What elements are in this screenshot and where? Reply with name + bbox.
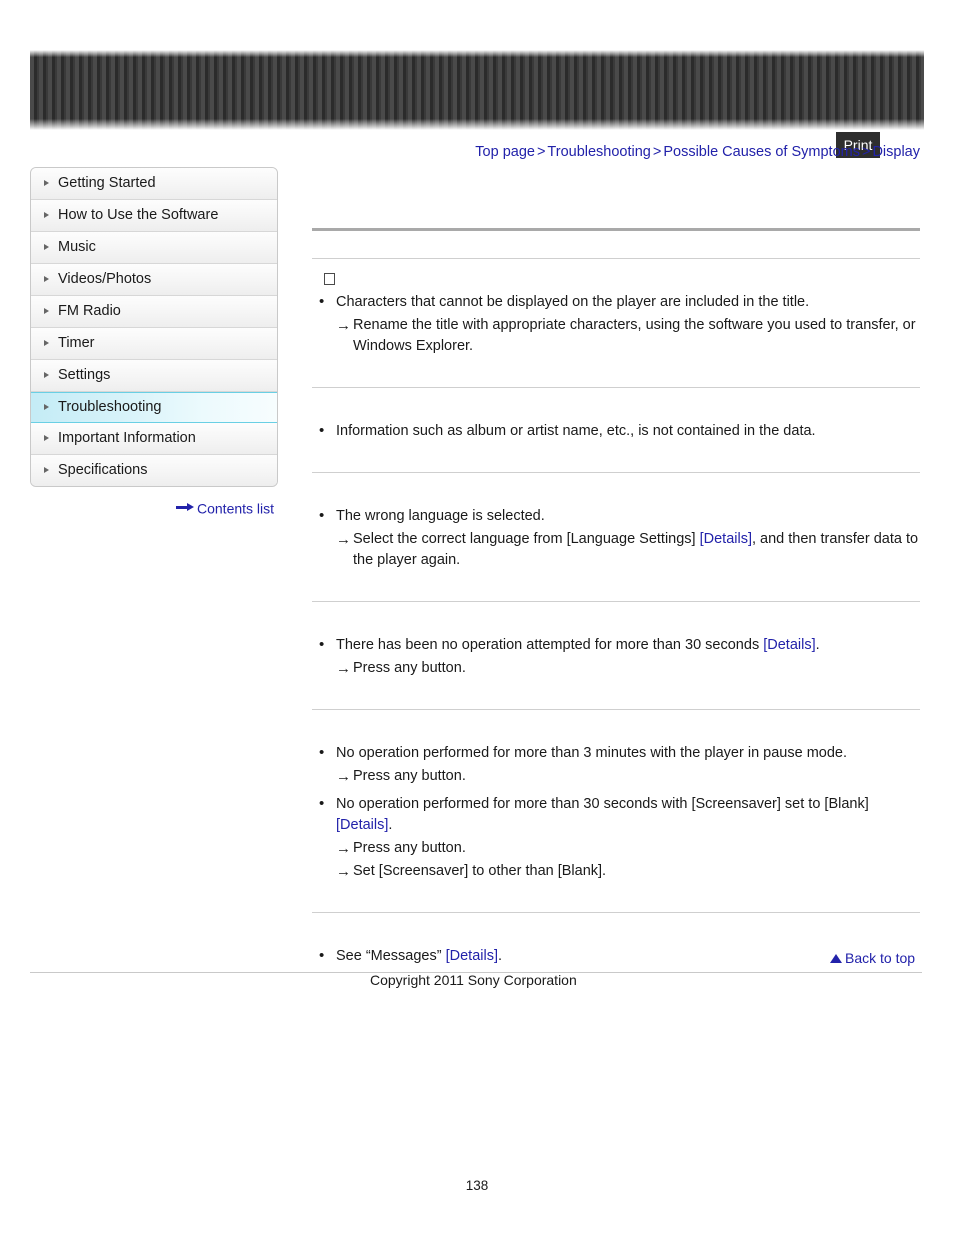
cause-list: Information such as album or artist name… [312,420,920,442]
symptom-section: Characters that cannot be displayed on t… [312,259,920,387]
cause-text-after: . [388,817,393,833]
sidebar-item-label: Important Information [58,430,196,446]
remedy-text: Rename the title with appropriate charac… [353,317,916,354]
triangle-right-icon [44,212,49,218]
details-link[interactable]: [Details] [700,531,752,547]
back-to-top-label: Back to top [845,950,916,966]
symptom-section: The wrong language is selected. Select t… [312,473,920,601]
triangle-right-icon [44,435,49,441]
cause-item: There has been no operation attempted fo… [312,634,920,656]
triangle-right-icon [44,244,49,250]
cause-text: Information such as album or artist name… [336,423,816,439]
sidebar-item-label: Specifications [58,462,148,478]
cause-item: Information such as album or artist name… [312,420,920,442]
triangle-right-icon [44,404,49,410]
triangle-right-icon [44,467,49,473]
cause-text-after: . [815,637,820,653]
symptom-section: No operation performed for more than 3 m… [312,710,920,912]
details-link[interactable]: [Details] [763,637,815,653]
cause-text-after: . [498,948,503,964]
triangle-right-icon [44,180,49,186]
cause-text: No operation performed for more than 3 m… [336,745,847,761]
cause-item: Characters that cannot be displayed on t… [312,291,920,313]
sidebar-item-troubleshooting[interactable]: Troubleshooting [31,392,277,423]
remedy-text: Press any button. [353,768,466,784]
triangle-right-icon [44,276,49,282]
remedy-item: Set [Screensaver] to other than [Blank]. [312,861,920,882]
cause-item: No operation performed for more than 30 … [312,793,920,836]
sidebar-item-label: Music [58,239,96,255]
sidebar-item-how-to-use-the-software[interactable]: How to Use the Software [31,200,277,232]
page-number: 138 [465,1178,489,1193]
remedy-text: Press any button. [353,660,466,676]
sidebar-item-videos-photos[interactable]: Videos/Photos [31,264,277,296]
remedy-item: Press any button. [312,838,920,859]
cause-list: See “Messages” [Details]. [312,945,920,967]
sidebar-item-label: Getting Started [58,175,156,191]
header-banner: Print [30,50,924,160]
symptom-section: Information such as album or artist name… [312,388,920,472]
sidebar-item-fm-radio[interactable]: FM Radio [31,296,277,328]
breadcrumb-item-possible-causes-of-symptoms[interactable]: Possible Causes of Symptoms [663,144,860,160]
remedy-text: Select the correct language from [Langua… [353,531,700,547]
back-to-top-link[interactable]: Back to top [830,950,915,966]
cause-item: No operation performed for more than 3 m… [312,742,920,764]
main-content: Characters that cannot be displayed on t… [312,228,920,967]
breadcrumb-item-display[interactable]: Display [872,144,920,160]
contents-list-label: Contents list [197,500,275,517]
breadcrumb-item-troubleshooting[interactable]: Troubleshooting [547,144,650,160]
remedy-item: Press any button. [312,766,920,787]
cause-item: See “Messages” [Details]. [312,945,920,967]
remedy-item: Press any button. [312,658,920,679]
sidebar-item-label: How to Use the Software [58,207,219,223]
sidebar-item-music[interactable]: Music [31,232,277,264]
remedy-text: Press any button. [353,840,466,856]
sidebar-item-label: Timer [58,335,95,351]
breadcrumb-separator: > [652,144,662,160]
sidebar-item-label: Troubleshooting [58,399,162,415]
arrow-right-icon [176,502,194,512]
cause-list: No operation performed for more than 3 m… [312,742,920,882]
cause-text: Characters that cannot be displayed on t… [336,294,810,310]
copyright-text: Copyright 2011 Sony Corporation [370,972,577,988]
triangle-right-icon [44,372,49,378]
symptom-section: See “Messages” [Details]. [312,913,920,967]
cause-text: See “Messages” [336,948,446,964]
sidebar-item-label: Videos/Photos [58,271,152,287]
contents-list-link[interactable]: Contents list [176,499,274,516]
sidebar-item-label: Settings [58,367,111,383]
sidebar-item-settings[interactable]: Settings [31,360,277,392]
sidebar-item-label: FM Radio [58,303,121,319]
details-link[interactable]: [Details] [446,948,498,964]
triangle-right-icon [44,340,49,346]
sidebar-item-important-information[interactable]: Important Information [31,423,277,455]
breadcrumb: Top page > Troubleshooting > Possible Causes… [475,144,920,160]
triangle-up-icon [830,953,842,963]
sidebar-item-timer[interactable]: Timer [31,328,277,360]
breadcrumb-separator: > [861,144,871,160]
cause-text: No operation performed for more than 30 … [336,796,869,812]
cause-list: Characters that cannot be displayed on t… [312,291,920,357]
remedy-text: Set [Screensaver] to other than [Blank]. [353,863,607,879]
cause-list: There has been no operation attempted fo… [312,634,920,679]
remedy-item: Select the correct language from [Langua… [312,529,920,571]
sidebar-item-specifications[interactable]: Specifications [31,455,277,486]
missing-glyph-icon [324,273,335,285]
triangle-right-icon [44,308,49,314]
remedy-item: Rename the title with appropriate charac… [312,315,920,357]
cause-item: The wrong language is selected. [312,505,920,527]
breadcrumb-item-top-page[interactable]: Top page [475,144,535,160]
sidebar-navigation: Getting Started How to Use the Software … [30,167,278,487]
cause-text: There has been no operation attempted fo… [336,637,764,653]
symptom-section: There has been no operation attempted fo… [312,602,920,709]
cause-text: The wrong language is selected. [336,508,545,524]
sidebar-item-getting-started[interactable]: Getting Started [31,168,277,200]
cause-list: The wrong language is selected. Select t… [312,505,920,571]
details-link[interactable]: [Details] [336,817,388,833]
breadcrumb-separator: > [536,144,546,160]
